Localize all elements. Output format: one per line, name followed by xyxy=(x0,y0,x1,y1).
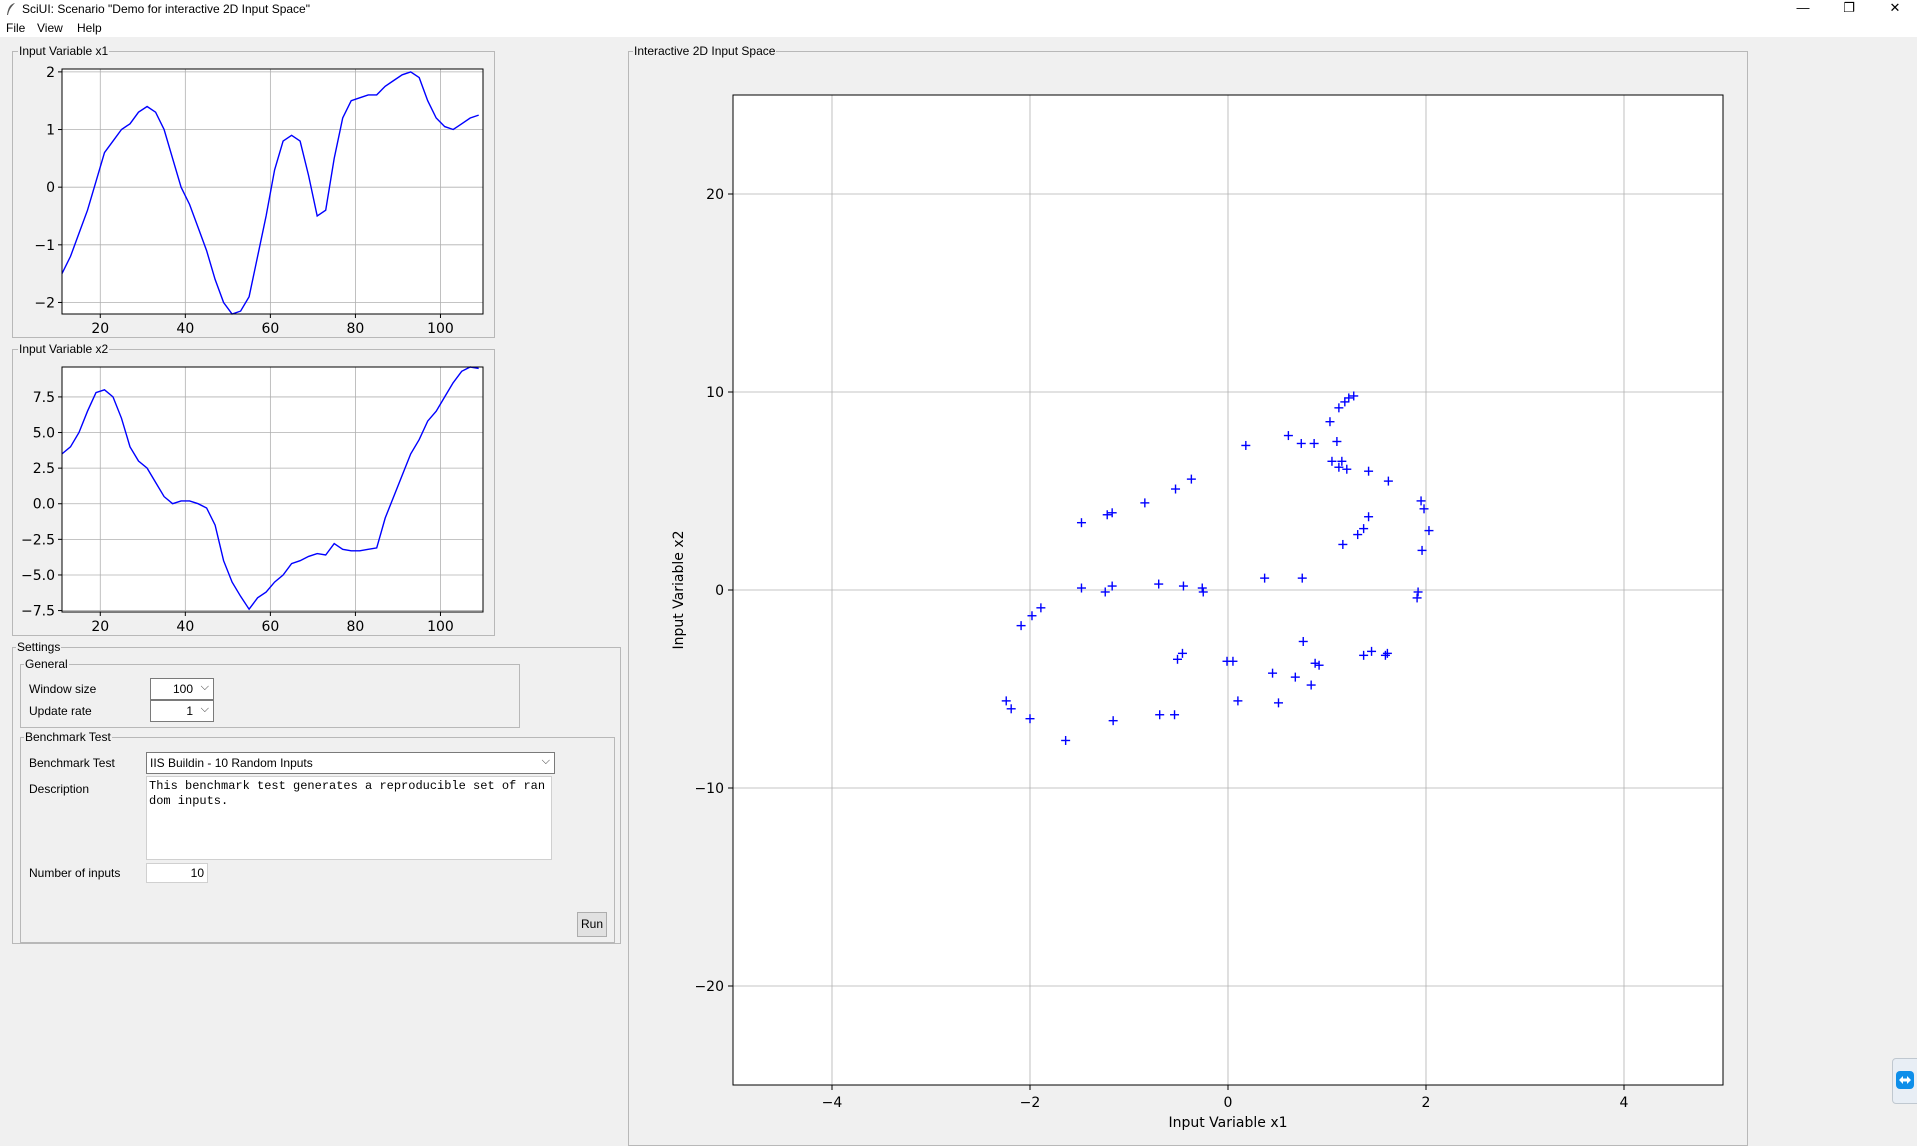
menu-view[interactable]: View xyxy=(37,21,63,35)
minimize-button[interactable]: — xyxy=(1780,0,1826,18)
y-tick-label: 10 xyxy=(706,385,724,401)
x-tick-label: 100 xyxy=(427,321,454,336)
benchmark-test-label: Benchmark Test xyxy=(29,756,115,770)
x-tick-label: 80 xyxy=(347,321,365,336)
description-textbox[interactable]: This benchmark test generates a reproduc… xyxy=(146,776,552,860)
x-tick-label: 100 xyxy=(427,619,454,634)
y-tick-label: −1 xyxy=(34,238,55,254)
general-frame: General xyxy=(20,657,520,728)
y-tick-label: 1 xyxy=(46,123,55,139)
window-size-label: Window size xyxy=(29,682,97,696)
plot-x1-frame-label: Input Variable x1 xyxy=(18,44,110,58)
menu-file[interactable]: File xyxy=(6,21,25,35)
y-tick-label: 7.5 xyxy=(33,390,55,406)
restore-button[interactable]: ❐ xyxy=(1826,0,1872,18)
run-button[interactable]: Run xyxy=(577,912,607,937)
space-2d-frame-label: Interactive 2D Input Space xyxy=(633,44,777,58)
update-rate-value: 1 xyxy=(186,704,193,718)
description-label: Description xyxy=(29,782,90,796)
plot-area xyxy=(62,69,483,314)
x-tick-label: 60 xyxy=(261,321,279,336)
x-tick-label: 20 xyxy=(91,321,109,336)
settings-frame-label: Settings xyxy=(16,640,62,654)
y-tick-label: −7.5 xyxy=(21,604,55,620)
x-tick-label: −2 xyxy=(1020,1095,1041,1111)
benchmark-test-select[interactable]: IIS Buildin - 10 Random Inputs ⌵ xyxy=(146,752,555,774)
y-tick-label: 2 xyxy=(46,65,55,81)
teamviewer-widget[interactable] xyxy=(1892,1058,1917,1104)
teamviewer-icon xyxy=(1896,1071,1914,1089)
y-tick-label: −5.0 xyxy=(21,568,55,584)
feather-icon xyxy=(7,3,15,15)
y-tick-label: 2.5 xyxy=(33,461,55,477)
window-size-select[interactable]: 100 ⌵ xyxy=(150,678,214,700)
benchmark-test-value: IIS Buildin - 10 Random Inputs xyxy=(150,756,313,770)
x-axis-label: Input Variable x1 xyxy=(1168,1115,1287,1131)
update-rate-label: Update rate xyxy=(29,704,92,718)
plot-x2: 20 40 60 80 100 7.5 5.0 2.5 0.0 −2.5 −5.0 −7.5 xyxy=(21,366,484,634)
chevron-down-icon: ⌵ xyxy=(200,681,209,693)
input-space-plot[interactable]: −4 −2 0 2 420100−10−20Input Variable x1Input… xyxy=(629,60,1747,1137)
chevron-down-icon: ⌵ xyxy=(541,755,550,767)
y-tick-label: 0.0 xyxy=(33,497,55,513)
x-tick-label: 4 xyxy=(1620,1095,1629,1111)
y-tick-label: 5.0 xyxy=(33,426,55,442)
window-size-value: 100 xyxy=(172,682,193,696)
number-of-inputs-label: Number of inputs xyxy=(29,866,121,880)
y-tick-label: −2.5 xyxy=(21,532,55,548)
plot-x1: 20 40 60 80 100 2 1 0 −1 −2 xyxy=(34,65,484,336)
x-tick-label: 20 xyxy=(91,619,109,634)
y-axis-label: Input Variable x2 xyxy=(671,530,687,649)
x-tick-label: 0 xyxy=(1224,1095,1233,1111)
menu-help[interactable]: Help xyxy=(77,21,102,35)
number-of-inputs-value: 10 xyxy=(190,866,204,880)
x-tick-label: 40 xyxy=(176,619,194,634)
y-tick-label: −20 xyxy=(694,979,724,995)
number-of-inputs-field[interactable]: 10 xyxy=(146,863,208,883)
x-tick-label: 80 xyxy=(347,619,365,634)
x-tick-label: 60 xyxy=(261,619,279,634)
chevron-down-icon: ⌵ xyxy=(200,703,209,715)
update-rate-select[interactable]: 1 ⌵ xyxy=(150,700,214,722)
y-tick-label: 0 xyxy=(715,583,724,599)
y-tick-label: −10 xyxy=(694,781,724,797)
plot-x2-frame-label: Input Variable x2 xyxy=(18,342,110,356)
general-frame-label: General xyxy=(24,657,69,671)
y-tick-label: −2 xyxy=(34,295,55,311)
menu-bar xyxy=(0,18,1917,37)
x-tick-label: 2 xyxy=(1422,1095,1431,1111)
y-tick-label: 0 xyxy=(46,180,55,196)
close-button[interactable]: ✕ xyxy=(1872,0,1917,18)
x-tick-label: 40 xyxy=(176,321,194,336)
x-tick-label: −4 xyxy=(822,1095,843,1111)
window-title: SciUI: Scenario "Demo for interactive 2D… xyxy=(22,2,310,16)
benchmark-frame-label: Benchmark Test xyxy=(24,730,112,744)
y-tick-label: 20 xyxy=(706,187,724,203)
